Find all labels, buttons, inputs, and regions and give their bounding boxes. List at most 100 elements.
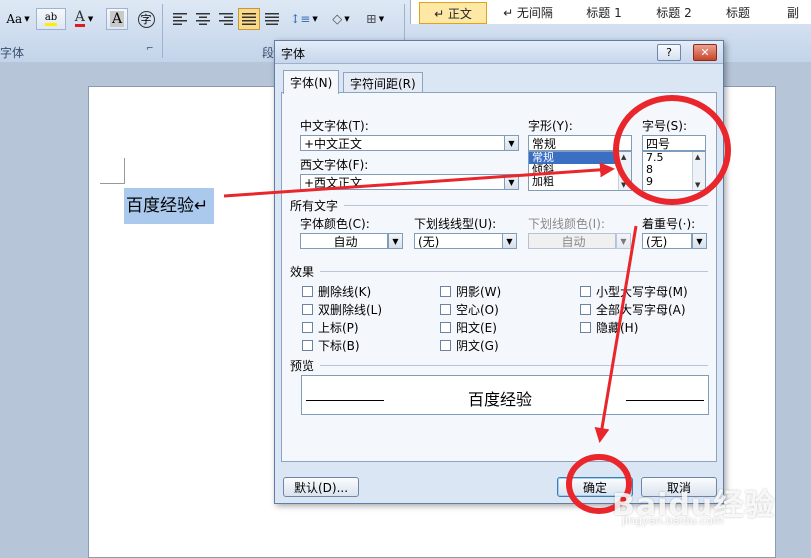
chevron-down-icon[interactable]: ▼ — [504, 135, 519, 151]
subscript-checkbox[interactable]: 下标(B) — [302, 337, 360, 354]
all-caps-checkbox[interactable]: 全部大写字母(A) — [580, 301, 686, 318]
preview-label: 预览 — [290, 359, 315, 373]
list-item[interactable]: 加粗 — [529, 176, 631, 188]
line-spacing-icon[interactable]: ↕≡ ▼ — [288, 8, 320, 30]
style-input[interactable]: 常规 — [528, 135, 632, 151]
checkbox-box[interactable] — [302, 340, 313, 351]
help-button[interactable]: ? — [657, 44, 681, 61]
western-font-select[interactable]: +西文正文 — [300, 174, 506, 190]
chevron-down-icon[interactable]: ▼ — [504, 174, 519, 190]
size-input[interactable]: 四号 — [642, 135, 706, 151]
underline-select[interactable]: (无) — [414, 233, 504, 249]
group-para-label: 段 — [262, 46, 275, 60]
borders-icon[interactable]: ⊞ ▼ — [360, 8, 390, 30]
distribute-lines — [265, 13, 279, 25]
align-right-icon[interactable] — [216, 8, 236, 30]
chevron-down-icon: ▼ — [312, 15, 318, 23]
style-listbox[interactable]: 常规 倾斜 加粗 ▲ ▼ — [528, 151, 632, 191]
scroll-up-icon[interactable]: ▲ — [695, 153, 700, 161]
checkbox-label: 隐藏(H) — [596, 321, 639, 335]
checkbox-label: 阳文(E) — [456, 321, 497, 335]
underline-label: 下划线线型(U): — [414, 217, 497, 231]
preview-baseline — [306, 400, 384, 401]
highlight-label: ab — [44, 12, 58, 26]
align-left-icon[interactable] — [170, 8, 190, 30]
justify-icon[interactable] — [238, 8, 260, 30]
checkbox-label: 删除线(K) — [318, 285, 372, 299]
char-shading-button[interactable]: A — [106, 8, 128, 30]
tab-font[interactable]: 字体(N) — [283, 70, 340, 94]
shading-icon[interactable]: ◇ ▼ — [326, 8, 356, 30]
checkbox-box[interactable] — [440, 304, 451, 315]
outline-checkbox[interactable]: 空心(O) — [440, 301, 499, 318]
scroll-down-icon[interactable]: ▼ — [621, 181, 626, 189]
superscript-checkbox[interactable]: 上标(P) — [302, 319, 359, 336]
emphasis-select[interactable]: (无) — [642, 233, 692, 249]
shadow-checkbox[interactable]: 阴影(W) — [440, 283, 501, 300]
margin-corner-mark — [100, 183, 124, 184]
engrave-checkbox[interactable]: 阴文(G) — [440, 337, 499, 354]
chinese-font-select[interactable]: +中文正文 — [300, 135, 506, 151]
checkbox-box[interactable] — [580, 322, 591, 333]
font-color-button[interactable]: A ▼ — [68, 8, 100, 30]
chevron-down-icon[interactable]: ▼ — [388, 233, 403, 249]
preview-box: 百度经验 — [301, 375, 709, 415]
preview-baseline — [626, 400, 704, 401]
styles-gallery: ↵ 正文 ↵ 无间隔 标题 1 标题 2 标题 副 — [410, 0, 811, 24]
align-right-lines — [219, 13, 233, 25]
strikethrough-checkbox[interactable]: 删除线(K) — [302, 283, 371, 300]
checkbox-box[interactable] — [440, 340, 451, 351]
highlight-button[interactable]: ab — [36, 8, 66, 30]
close-button[interactable]: ✕ — [693, 44, 717, 61]
chevron-down-icon: ▼ — [87, 15, 94, 23]
style-normal[interactable]: ↵ 正文 — [419, 2, 487, 24]
double-strikethrough-checkbox[interactable]: 双删除线(L) — [302, 301, 382, 318]
checkbox-box[interactable] — [302, 286, 313, 297]
tab-char-spacing[interactable]: 字符间距(R) — [343, 72, 423, 93]
style-heading-2[interactable]: 标题 2 — [641, 2, 707, 22]
style-subtitle[interactable]: 副 — [775, 2, 811, 22]
size-listbox[interactable]: 7.5 8 9 ▲ ▼ — [642, 151, 706, 191]
align-center-icon[interactable] — [193, 8, 213, 30]
scroll-up-icon[interactable]: ▲ — [621, 153, 626, 161]
emboss-checkbox[interactable]: 阳文(E) — [440, 319, 497, 336]
preview-text: 百度经验 — [468, 390, 533, 409]
checkbox-label: 阴影(W) — [456, 285, 502, 299]
chevron-down-icon[interactable]: ▼ — [692, 233, 707, 249]
selected-document-text[interactable]: 百度经验↵ — [124, 188, 214, 224]
checkbox-box[interactable] — [580, 286, 591, 297]
underline-color-select: 自动 — [528, 233, 616, 249]
checkbox-box[interactable] — [580, 304, 591, 315]
chevron-down-icon: ▼ — [24, 15, 30, 23]
enclose-char-button[interactable]: 字 — [134, 8, 158, 30]
chevron-down-icon[interactable]: ▼ — [502, 233, 517, 249]
change-case-button[interactable]: Aa ▼ — [4, 8, 32, 30]
dialog-launcher-icon[interactable]: ⌐ — [146, 44, 154, 54]
section-divider — [344, 205, 708, 206]
small-caps-checkbox[interactable]: 小型大写字母(M) — [580, 283, 688, 300]
checkbox-label: 双删除线(L) — [318, 303, 383, 317]
checkbox-box[interactable] — [302, 304, 313, 315]
style-no-spacing[interactable]: ↵ 无间隔 — [495, 2, 561, 22]
font-color-select[interactable]: 自动 — [300, 233, 388, 249]
scrollbar[interactable]: ▲ ▼ — [618, 152, 631, 190]
checkbox-box[interactable] — [440, 286, 451, 297]
checkbox-label: 阴文(G) — [456, 339, 499, 353]
default-button[interactable]: 默认(D)... — [283, 477, 359, 497]
dialog-titlebar[interactable]: 字体 ? ✕ — [275, 41, 723, 64]
style-title[interactable]: 标题 — [707, 2, 769, 22]
scroll-down-icon[interactable]: ▼ — [695, 181, 700, 189]
chinese-font-label: 中文字体(T): — [300, 119, 369, 133]
size-label: 字号(S): — [642, 119, 688, 133]
emphasis-label: 着重号(·): — [642, 217, 696, 231]
change-case-label: Aa — [6, 12, 23, 26]
checkbox-box[interactable] — [440, 322, 451, 333]
scrollbar[interactable]: ▲ ▼ — [692, 152, 705, 190]
chevron-down-icon: ▼ — [344, 15, 350, 23]
western-font-label: 西文字体(F): — [300, 158, 369, 172]
justify-lines — [242, 13, 256, 25]
distribute-icon[interactable] — [262, 8, 282, 30]
style-heading-1[interactable]: 标题 1 — [571, 2, 637, 22]
checkbox-box[interactable] — [302, 322, 313, 333]
hidden-checkbox[interactable]: 隐藏(H) — [580, 319, 638, 336]
